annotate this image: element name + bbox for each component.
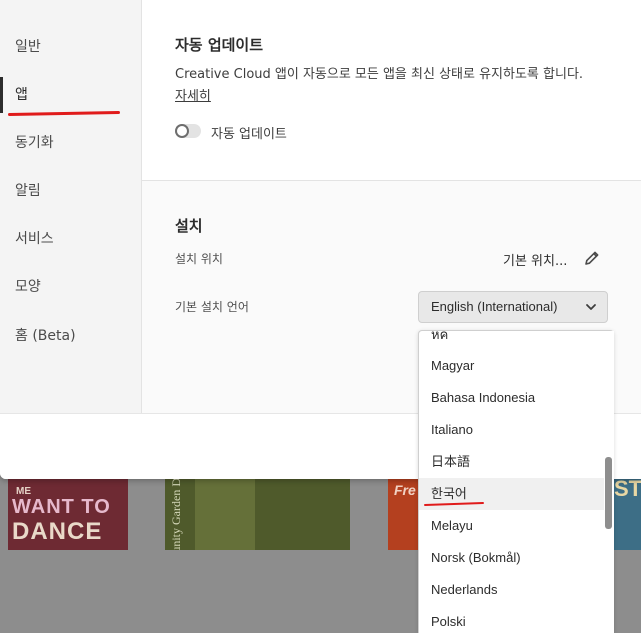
sidebar-item-home-beta[interactable]: 홈 (Beta) bbox=[0, 318, 141, 354]
sidebar-item-label: 알림 bbox=[15, 183, 41, 199]
background-card-text: Fre R bbox=[394, 482, 418, 498]
auto-update-toggle-label: 자동 업데이트 bbox=[211, 127, 287, 142]
background-card-text: STI bbox=[614, 476, 641, 501]
sidebar-item-apps[interactable]: 앱 bbox=[0, 77, 141, 113]
dropdown-option[interactable]: Norsk (Bokmål) bbox=[419, 542, 605, 574]
background-card-photo bbox=[195, 472, 255, 550]
install-location-value: 기본 위치... bbox=[503, 254, 568, 269]
auto-update-title: 자동 업데이트 bbox=[175, 36, 264, 54]
dropdown-option[interactable]: Italiano bbox=[419, 414, 605, 446]
sidebar-item-label: 일반 bbox=[15, 39, 41, 55]
sidebar-item-sync[interactable]: 동기화 bbox=[0, 125, 141, 161]
dropdown-option[interactable]: 日本語 bbox=[419, 446, 605, 478]
background-card-blue: STI bbox=[612, 472, 641, 550]
background-card-garden: Community Garden D bbox=[165, 472, 350, 550]
dropdown-option[interactable]: Magyar bbox=[419, 350, 605, 382]
install-location-label: 설치 위치 bbox=[175, 252, 223, 266]
sidebar-item-services[interactable]: 서비스 bbox=[0, 221, 141, 257]
dropdown-scrollbar-thumb[interactable] bbox=[605, 457, 612, 529]
sidebar-item-label: 홈 (Beta) bbox=[15, 328, 76, 344]
background-card-dance: ME WANT TO DANCE bbox=[8, 472, 128, 550]
sidebar-item-general[interactable]: 일반 bbox=[0, 29, 141, 65]
install-language-select[interactable]: English (International) bbox=[418, 291, 608, 323]
install-language-value: English (International) bbox=[431, 299, 558, 314]
dropdown-option[interactable]: Bahasa Indonesia bbox=[419, 382, 605, 414]
background-card-text: WANT TO bbox=[12, 496, 111, 518]
background-card-red: Fre R bbox=[388, 472, 418, 550]
pencil-icon[interactable] bbox=[583, 249, 601, 267]
learn-more-link[interactable]: 자세히 bbox=[175, 85, 211, 104]
install-language-label: 기본 설치 언어 bbox=[175, 300, 249, 314]
toggle-knob bbox=[175, 124, 189, 138]
background-card-text: DANCE bbox=[12, 518, 103, 545]
dropdown-option[interactable]: Nederlands bbox=[419, 574, 605, 606]
auto-update-description: Creative Cloud 앱이 자동으로 모든 앱을 최신 상태로 유지하도… bbox=[175, 67, 584, 82]
dropdown-option-partial[interactable]: ห์ค bbox=[419, 331, 605, 351]
language-dropdown-list[interactable]: ห์ค Magyar Bahasa Indonesia Italiano 日本語… bbox=[418, 330, 614, 633]
install-title: 설치 bbox=[175, 217, 203, 235]
auto-update-toggle[interactable] bbox=[175, 124, 201, 138]
preferences-sidebar: 일반 앱 동기화 알림 서비스 모양 홈 (Beta) bbox=[0, 0, 142, 413]
sidebar-item-label: 동기화 bbox=[15, 135, 54, 151]
dropdown-option[interactable]: Melayu bbox=[419, 510, 605, 542]
background-card-text: Community Garden D bbox=[169, 478, 183, 550]
sidebar-item-notifications[interactable]: 알림 bbox=[0, 173, 141, 209]
sidebar-item-label: 앱 bbox=[15, 87, 28, 103]
chevron-down-icon bbox=[586, 304, 596, 310]
sidebar-item-appearance[interactable]: 모양 bbox=[0, 269, 141, 305]
dropdown-option[interactable]: Polski bbox=[419, 606, 605, 633]
sidebar-item-label: 서비스 bbox=[15, 231, 54, 247]
sidebar-item-label: 모양 bbox=[15, 279, 41, 295]
